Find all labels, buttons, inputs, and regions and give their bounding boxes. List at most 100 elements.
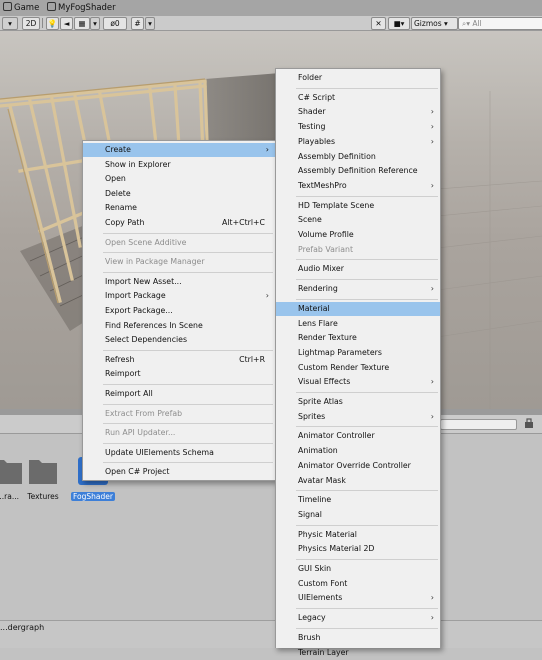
menu-item-rendering[interactable]: Rendering › xyxy=(276,282,440,296)
scene-visibility-toggle[interactable]: ø0 xyxy=(103,17,127,30)
menu-item-label: Brush xyxy=(298,632,321,642)
menu-item-hd-template-scene[interactable]: HD Template Scene xyxy=(276,199,440,213)
menu-item-export-package[interactable]: Export Package... xyxy=(83,304,275,318)
grid-toggle[interactable]: # xyxy=(131,17,144,30)
menu-item-custom-font[interactable]: Custom Font xyxy=(276,577,440,591)
menu-item-copy-path[interactable]: Copy Path Alt+Ctrl+C xyxy=(83,216,275,230)
menu-item-animation[interactable]: Animation xyxy=(276,444,440,458)
menu-item-lightmap-parameters[interactable]: Lightmap Parameters xyxy=(276,346,440,360)
context-menu: Create › Show in Explorer Open Delete Rename C… xyxy=(82,140,276,481)
menu-item-delete[interactable]: Delete xyxy=(83,187,275,201)
menu-item-lens-flare[interactable]: Lens Flare xyxy=(276,317,440,331)
menu-item-testing[interactable]: Testing › xyxy=(276,120,440,134)
menu-item-shader[interactable]: Shader › xyxy=(276,105,440,119)
folder-icon xyxy=(29,460,57,484)
menu-item-label: Animator Controller xyxy=(298,431,375,441)
menu-item-import-package[interactable]: Import Package › xyxy=(83,289,275,303)
menu-item-label: Open Scene Additive xyxy=(105,237,187,247)
menu-item-rename[interactable]: Rename xyxy=(83,201,275,215)
menu-item-reimport[interactable]: Reimport xyxy=(83,367,275,381)
menu-item-textmeshpro[interactable]: TextMeshPro › xyxy=(276,179,440,193)
menu-item-label: Reimport xyxy=(105,369,141,379)
menu-separator xyxy=(103,442,273,444)
draw-mode-dropdown[interactable]: ▾ xyxy=(2,17,18,30)
menu-item-sprites[interactable]: Sprites › xyxy=(276,410,440,424)
menu-item-show-in-explorer[interactable]: Show in Explorer xyxy=(83,158,275,172)
menu-separator xyxy=(103,349,273,351)
audio-toggle[interactable]: ◄ xyxy=(60,17,73,30)
menu-item-avatar-mask[interactable]: Avatar Mask xyxy=(276,474,440,488)
effects-dropdown[interactable]: ▾ xyxy=(90,17,100,30)
scene-search-input[interactable]: ⌕▾ All xyxy=(458,17,542,30)
editor-tab-strip: Game MyFogShader xyxy=(0,0,542,16)
menu-item-sprite-atlas[interactable]: Sprite Atlas xyxy=(276,395,440,409)
tab-myfogshader-label: MyFogShader xyxy=(58,3,116,13)
menu-item-render-texture[interactable]: Render Texture xyxy=(276,331,440,345)
menu-separator xyxy=(103,403,273,405)
create-submenu: Folder C# Script Shader › Testing › Playables ›… xyxy=(275,68,441,657)
lock-icon[interactable] xyxy=(522,418,536,429)
menu-item-material[interactable]: Material xyxy=(276,301,440,316)
game-tab-icon xyxy=(3,2,12,11)
speaker-icon: ◄ xyxy=(63,19,70,28)
tools-toggle[interactable]: ✕ xyxy=(371,17,386,30)
project-search-input[interactable] xyxy=(440,419,517,430)
tab-myfogshader[interactable]: MyFogShader xyxy=(44,2,119,15)
asset-item-textures[interactable]: Textures xyxy=(15,456,71,501)
menu-item-label: Shader xyxy=(298,107,326,117)
menu-item-label: TextMeshPro xyxy=(298,180,347,190)
menu-item-open[interactable]: Open xyxy=(83,172,275,186)
menu-item-uielements[interactable]: UIElements › xyxy=(276,591,440,605)
menu-item-label: Sprites xyxy=(298,411,326,421)
menu-item-create[interactable]: Create › xyxy=(83,143,275,157)
menu-separator xyxy=(103,384,273,385)
menu-item-physics-material-2d[interactable]: Physics Material 2D xyxy=(276,542,440,556)
menu-item-view-in-package-manager: View in Package Manager xyxy=(83,255,275,269)
lighting-toggle[interactable]: 💡 xyxy=(46,17,59,30)
menu-item-label: UIElements xyxy=(298,593,343,603)
grid-dropdown[interactable]: ▾ xyxy=(145,17,155,30)
menu-item-label: Avatar Mask xyxy=(298,475,346,485)
menu-separator xyxy=(296,87,438,89)
effects-toggle[interactable]: ▦ xyxy=(74,17,90,30)
menu-item-signal[interactable]: Signal xyxy=(276,508,440,522)
menu-item-visual-effects[interactable]: Visual Effects › xyxy=(276,375,440,389)
menu-item-label: Material xyxy=(298,303,330,313)
tab-game[interactable]: Game xyxy=(0,2,42,15)
menu-item-custom-render-texture[interactable]: Custom Render Texture xyxy=(276,361,440,375)
menu-item-gui-skin[interactable]: GUI Skin xyxy=(276,562,440,576)
menu-item-playables[interactable]: Playables › xyxy=(276,135,440,149)
menu-item-update-uielements-schema[interactable]: Update UIElements Schema xyxy=(83,446,275,460)
menu-item-c-script[interactable]: C# Script xyxy=(276,91,440,105)
menu-item-legacy[interactable]: Legacy › xyxy=(276,611,440,625)
menu-item-brush[interactable]: Brush xyxy=(276,631,440,645)
gizmos-dropdown[interactable]: Gizmos ▾ xyxy=(411,17,458,30)
menu-item-terrain-layer[interactable]: Terrain Layer xyxy=(276,646,440,660)
menu-item-assembly-definition[interactable]: Assembly Definition xyxy=(276,150,440,164)
menu-item-assembly-definition-reference[interactable]: Assembly Definition Reference xyxy=(276,164,440,178)
camera-dropdown[interactable]: ■▾ xyxy=(388,17,410,30)
menu-item-label: Prefab Variant xyxy=(298,244,354,254)
menu-item-prefab-variant: Prefab Variant xyxy=(276,243,440,257)
menu-item-physic-material[interactable]: Physic Material xyxy=(276,528,440,542)
mode-2d-toggle[interactable]: 2D xyxy=(22,17,40,30)
menu-item-open-c-project[interactable]: Open C# Project xyxy=(83,465,275,479)
menu-separator xyxy=(296,608,438,610)
menu-item-select-dependencies[interactable]: Select Dependencies xyxy=(83,333,275,347)
menu-item-audio-mixer[interactable]: Audio Mixer xyxy=(276,262,440,276)
menu-item-animator-override-controller[interactable]: Animator Override Controller xyxy=(276,459,440,473)
menu-item-animator-controller[interactable]: Animator Controller xyxy=(276,429,440,443)
menu-separator xyxy=(296,298,438,300)
menu-item-folder[interactable]: Folder xyxy=(276,71,440,85)
menu-item-scene[interactable]: Scene xyxy=(276,213,440,227)
menu-item-reimport-all[interactable]: Reimport All xyxy=(83,387,275,401)
menu-item-find-references-in-scene[interactable]: Find References In Scene xyxy=(83,319,275,333)
menu-item-refresh[interactable]: Refresh Ctrl+R xyxy=(83,353,275,367)
menu-item-volume-profile[interactable]: Volume Profile xyxy=(276,228,440,242)
menu-item-label: Find References In Scene xyxy=(105,320,203,330)
gizmos-label: Gizmos xyxy=(414,19,442,28)
menu-item-timeline[interactable]: Timeline xyxy=(276,493,440,507)
menu-item-import-new-asset[interactable]: Import New Asset... xyxy=(83,275,275,289)
menu-item-label: Sprite Atlas xyxy=(298,397,343,406)
menu-item-open-scene-additive: Open Scene Additive xyxy=(83,236,275,250)
